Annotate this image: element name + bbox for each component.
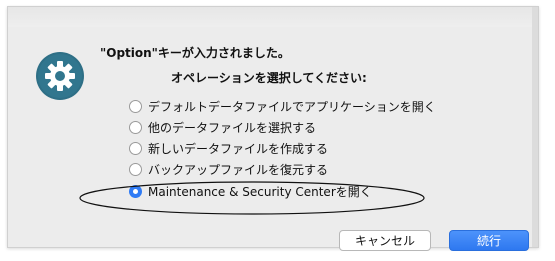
option-label: 他のデータファイルを選択する	[148, 120, 317, 135]
dialog-title: "Option"キーが入力されました。	[100, 46, 290, 60]
option-open-maintenance-security-center[interactable]: Maintenance & Security Centerを開く	[129, 181, 372, 201]
radio-button-selected[interactable]	[129, 184, 142, 198]
dialog-top-edge	[8, 7, 538, 27]
cancel-button[interactable]: キャンセル	[339, 230, 431, 251]
option-create-new-data-file[interactable]: 新しいデータファイルを作成する	[129, 138, 328, 158]
option-choose-other-data-file[interactable]: 他のデータファイルを選択する	[129, 117, 316, 137]
option-label: デフォルトデータファイルでアプリケーションを開く	[148, 99, 436, 114]
radio-button[interactable]	[129, 141, 142, 155]
option-restore-backup-file[interactable]: バックアップファイルを復元する	[129, 159, 328, 179]
radio-button[interactable]	[129, 162, 142, 176]
continue-button[interactable]: 続行	[449, 230, 529, 251]
option-dialog: "Option"キーが入力されました。 オペレーションを選択してください: デフ…	[7, 6, 539, 251]
option-label: バックアップファイルを復元する	[148, 162, 329, 177]
option-label: 新しいデータファイルを作成する	[148, 141, 329, 156]
dialog-instruction: オペレーションを選択してください:	[171, 71, 367, 85]
option-label: Maintenance & Security Centerを開く	[148, 184, 372, 199]
radio-button[interactable]	[129, 99, 142, 113]
gear-icon	[35, 51, 85, 101]
dialog-right-edge	[532, 7, 538, 247]
radio-button[interactable]	[129, 120, 142, 134]
screenshot-stage: "Option"キーが入力されました。 オペレーションを選択してください: デフ…	[0, 0, 555, 261]
option-open-default-data-file[interactable]: デフォルトデータファイルでアプリケーションを開く	[129, 96, 436, 116]
